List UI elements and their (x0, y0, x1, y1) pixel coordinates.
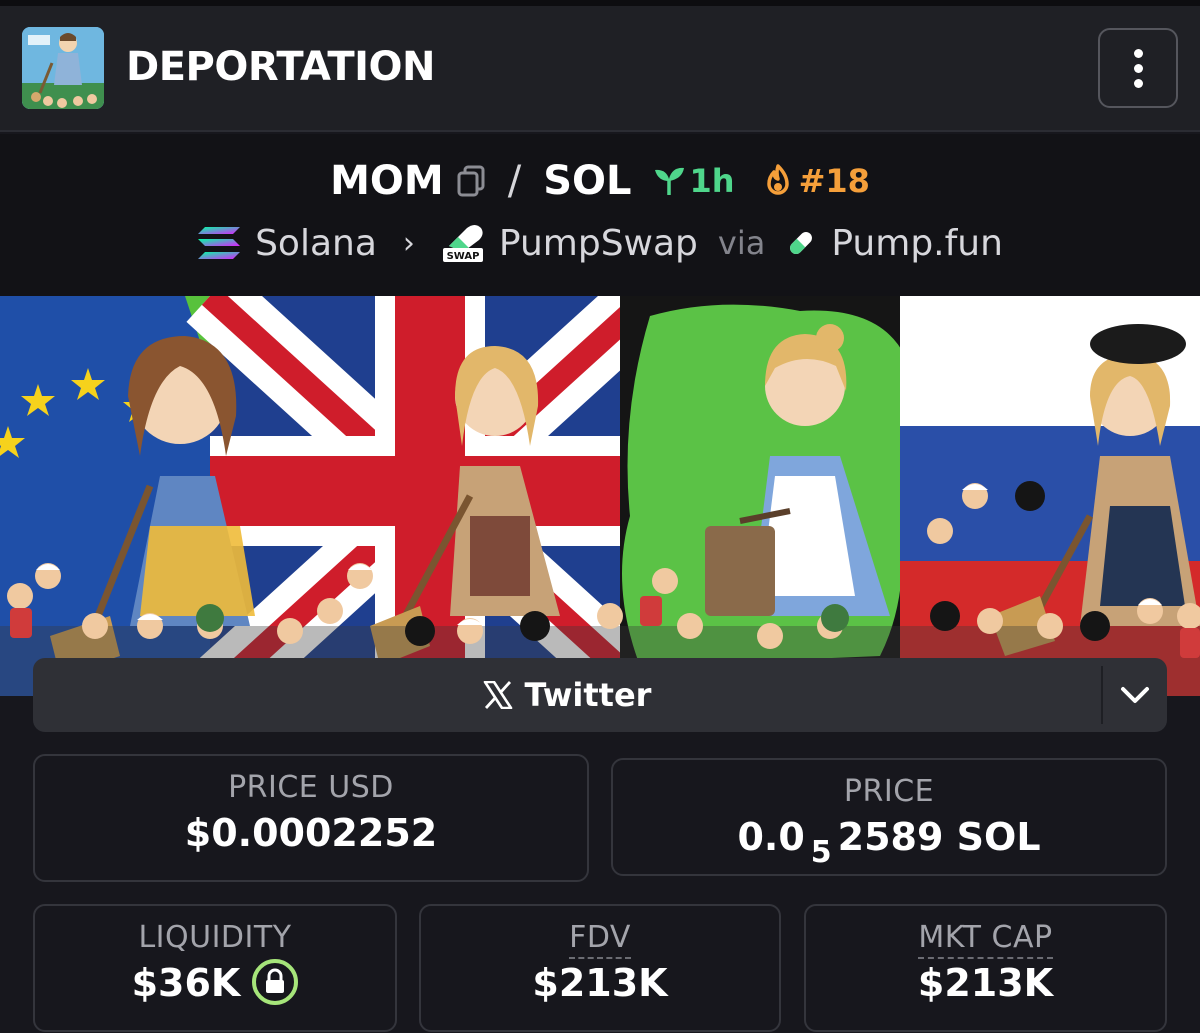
price-native-value: 0.0 5 2589 SOL (613, 815, 1165, 870)
liquidity-label: LIQUIDITY (138, 920, 292, 955)
x-logo-icon (483, 681, 512, 709)
via-text: via (717, 224, 766, 262)
price-digits: 2589 SOL (837, 815, 1041, 859)
base-token-symbol: MOM (330, 158, 444, 204)
chain-link-solana[interactable]: Solana (255, 223, 377, 264)
fdv-label[interactable]: FDV (569, 920, 631, 959)
expand-links-button[interactable] (1103, 658, 1167, 732)
more-menu-button[interactable] (1098, 28, 1178, 108)
pumpswap-icon: SWAP (442, 225, 483, 262)
twitter-label: Twitter (524, 676, 652, 714)
chevron-right-icon: › (402, 225, 415, 261)
price-usd-value: $0.0002252 (184, 811, 438, 855)
fdv-value: $213K (532, 961, 668, 1005)
token-name: DEPORTATION (126, 44, 436, 90)
solana-icon (198, 227, 241, 259)
launchpad-link-pumpfun[interactable]: Pump.fun (831, 223, 1003, 264)
chevron-down-icon (1121, 687, 1149, 703)
rank-text: #18 (798, 162, 870, 200)
price-usd-card: PRICE USD $0.0002252 (33, 754, 589, 882)
price-usd-label: PRICE USD (228, 770, 394, 805)
liquidity-card: LIQUIDITY $36K (33, 904, 397, 1032)
app-header: DEPORTATION (0, 0, 1200, 132)
price-native-label: PRICE (843, 774, 935, 809)
token-avatar[interactable] (22, 27, 104, 109)
liquidity-value: $36K (131, 961, 241, 1005)
chain-breadcrumb: Solana › SWAP PumpSwap via Pump.fun (0, 220, 1200, 266)
market-cap-card: MKT CAP $213K (804, 904, 1167, 1032)
lock-icon[interactable] (252, 958, 299, 1005)
pair-info: MOM / SOL 1h #18 Solana › SWAP PumpSwap … (0, 134, 1200, 296)
price-native-card: PRICE 0.0 5 2589 SOL (611, 758, 1167, 876)
pair-separator: / (507, 158, 522, 204)
svg-text:SWAP: SWAP (446, 251, 479, 262)
pair-age: 1h (652, 162, 735, 200)
age-text: 1h (689, 162, 735, 200)
market-cap-value: $213K (917, 961, 1054, 1005)
price-zero-count: 5 (810, 835, 832, 870)
pair-row: MOM / SOL 1h #18 (0, 158, 1200, 204)
twitter-link-button[interactable]: Twitter (33, 658, 1101, 732)
more-vertical-icon (1133, 48, 1143, 88)
seedling-icon (654, 167, 684, 195)
liquidity-value-row: $36K (35, 958, 395, 1009)
price-prefix: 0.0 (737, 815, 805, 859)
dex-link-pumpswap[interactable]: PumpSwap (499, 223, 698, 264)
quote-token-symbol: SOL (543, 158, 632, 204)
fdv-card: FDV $213K (419, 904, 781, 1032)
token-banner-image (0, 296, 1200, 696)
pill-icon (790, 232, 813, 254)
social-links-bar: Twitter (33, 658, 1167, 732)
trending-rank[interactable]: #18 (763, 162, 870, 200)
market-cap-label[interactable]: MKT CAP (918, 920, 1053, 959)
flame-icon (766, 164, 789, 195)
copy-icon[interactable] (456, 165, 486, 197)
